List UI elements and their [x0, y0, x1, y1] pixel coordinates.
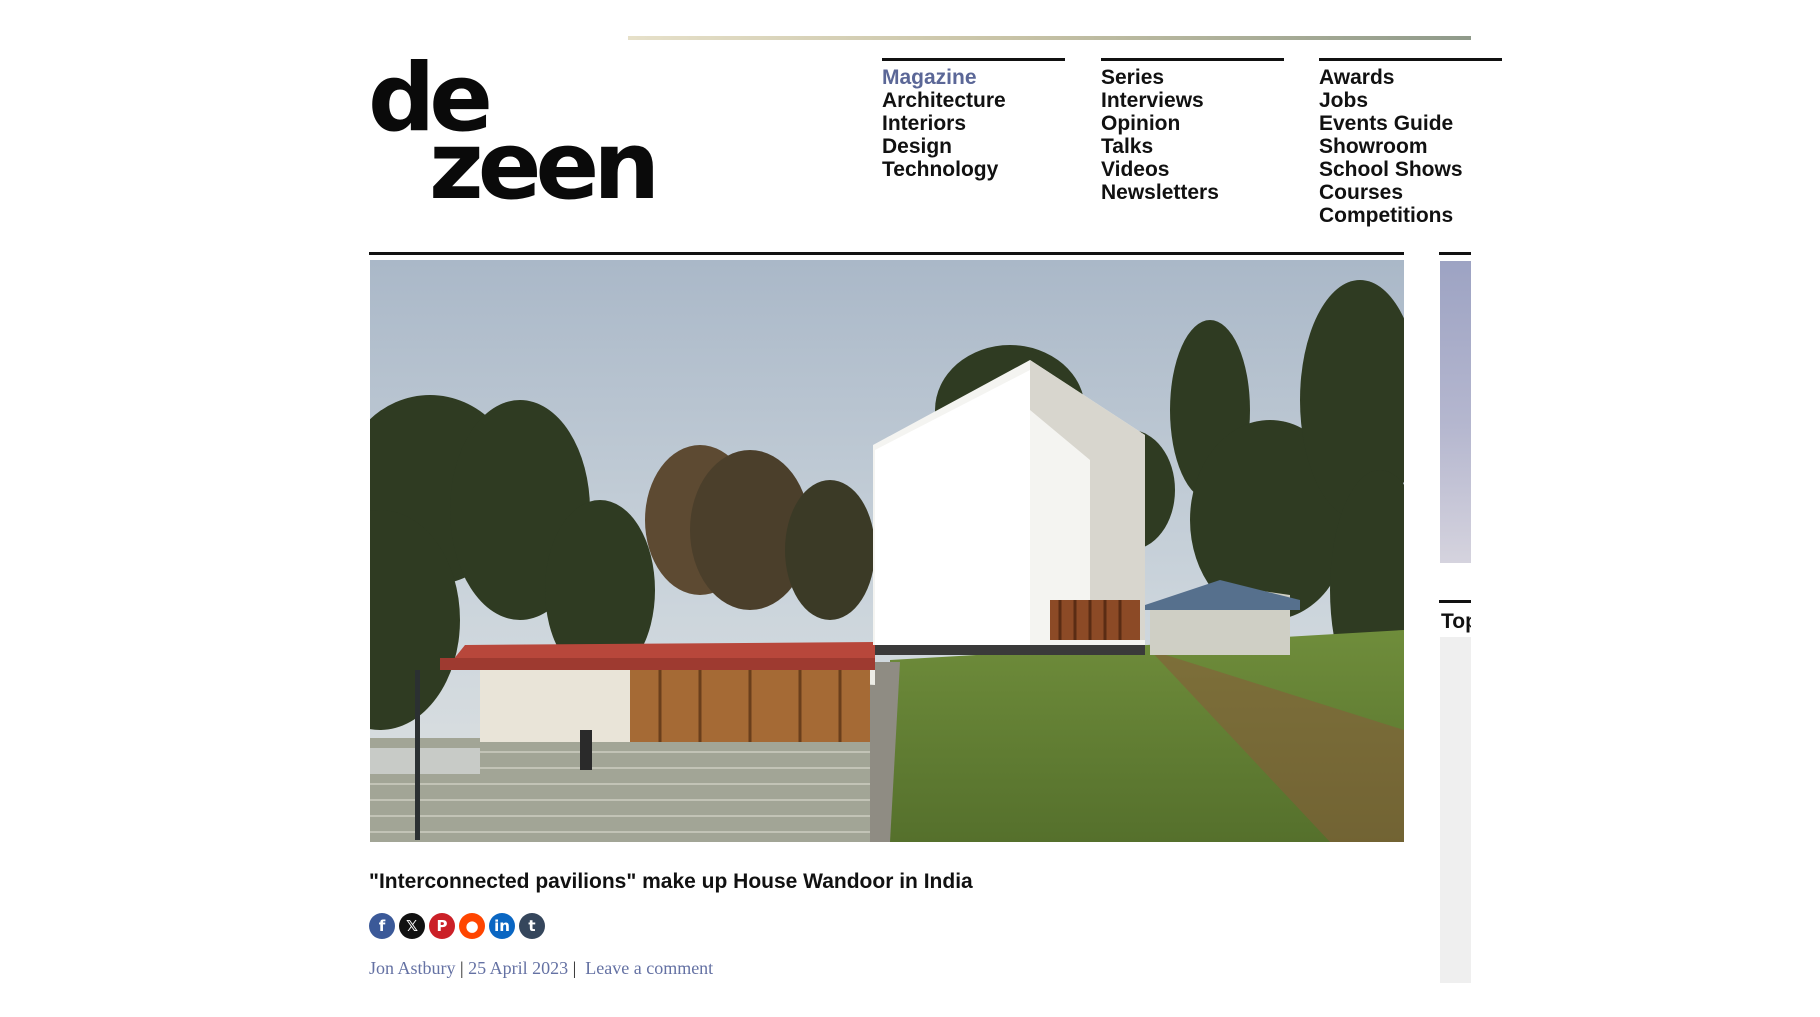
nav-column-2: Series Interviews Opinion Talks Videos Newsle… — [1101, 58, 1284, 204]
nav-link-interviews[interactable]: Interviews — [1101, 89, 1284, 112]
x-icon[interactable]: 𝕏 — [399, 913, 425, 939]
nav-link-jobs[interactable]: Jobs — [1319, 89, 1502, 112]
sidebar-rule-2 — [1439, 600, 1471, 603]
pinterest-icon[interactable]: P — [429, 913, 455, 939]
byline-separator-2: | — [572, 958, 577, 978]
sidebar-panel — [1440, 637, 1471, 983]
article-headline[interactable]: "Interconnected pavilions" make up House… — [369, 870, 973, 894]
nav-link-competitions[interactable]: Competitions — [1319, 204, 1502, 227]
author-link[interactable]: Jon Astbury — [369, 958, 456, 978]
comment-link[interactable]: Leave a comment — [585, 958, 713, 978]
sidebar-heading: Top — [1441, 610, 1471, 633]
nav-link-awards[interactable]: Awards — [1319, 66, 1502, 89]
nav-link-technology[interactable]: Technology — [882, 158, 1065, 181]
dezeen-logo[interactable]: de zeen — [368, 52, 668, 221]
nav-link-interiors[interactable]: Interiors — [882, 112, 1065, 135]
nav-link-showroom[interactable]: Showroom — [1319, 135, 1502, 158]
nav-link-opinion[interactable]: Opinion — [1101, 112, 1284, 135]
logo-line-2: zeen — [429, 112, 660, 221]
nav-link-series[interactable]: Series — [1101, 66, 1284, 89]
byline-separator: | — [460, 958, 464, 978]
nav-link-videos[interactable]: Videos — [1101, 158, 1284, 181]
tumblr-icon[interactable]: t — [519, 913, 545, 939]
sidebar-advert[interactable] — [1440, 261, 1471, 563]
nav-column-3: Awards Jobs Events Guide Showroom School Sho… — [1319, 58, 1502, 227]
facebook-icon[interactable]: f — [369, 913, 395, 939]
sidebar-rule — [1439, 252, 1471, 255]
date-link[interactable]: 25 April 2023 — [468, 958, 568, 978]
nav-link-courses[interactable]: Courses — [1319, 181, 1502, 204]
nav-link-newsletters[interactable]: Newsletters — [1101, 181, 1284, 204]
byline: Jon Astbury | 25 April 2023 | Leave a co… — [369, 958, 713, 979]
reddit-icon[interactable]: ● — [459, 913, 485, 939]
nav-link-architecture[interactable]: Architecture — [882, 89, 1065, 112]
nav-link-events-guide[interactable]: Events Guide — [1319, 112, 1502, 135]
hero-image[interactable] — [370, 260, 1404, 842]
nav-link-magazine[interactable]: Magazine — [882, 66, 1065, 89]
main-rule — [369, 252, 1404, 255]
top-rule — [628, 36, 1471, 40]
nav-link-talks[interactable]: Talks — [1101, 135, 1284, 158]
linkedin-icon[interactable]: in — [489, 913, 515, 939]
nav-link-school-shows[interactable]: School Shows — [1319, 158, 1502, 181]
nav-link-design[interactable]: Design — [882, 135, 1065, 158]
nav-column-1: Magazine Architecture Interiors Design Techn… — [882, 58, 1065, 181]
share-bar: f 𝕏 P ● in t — [369, 913, 545, 939]
